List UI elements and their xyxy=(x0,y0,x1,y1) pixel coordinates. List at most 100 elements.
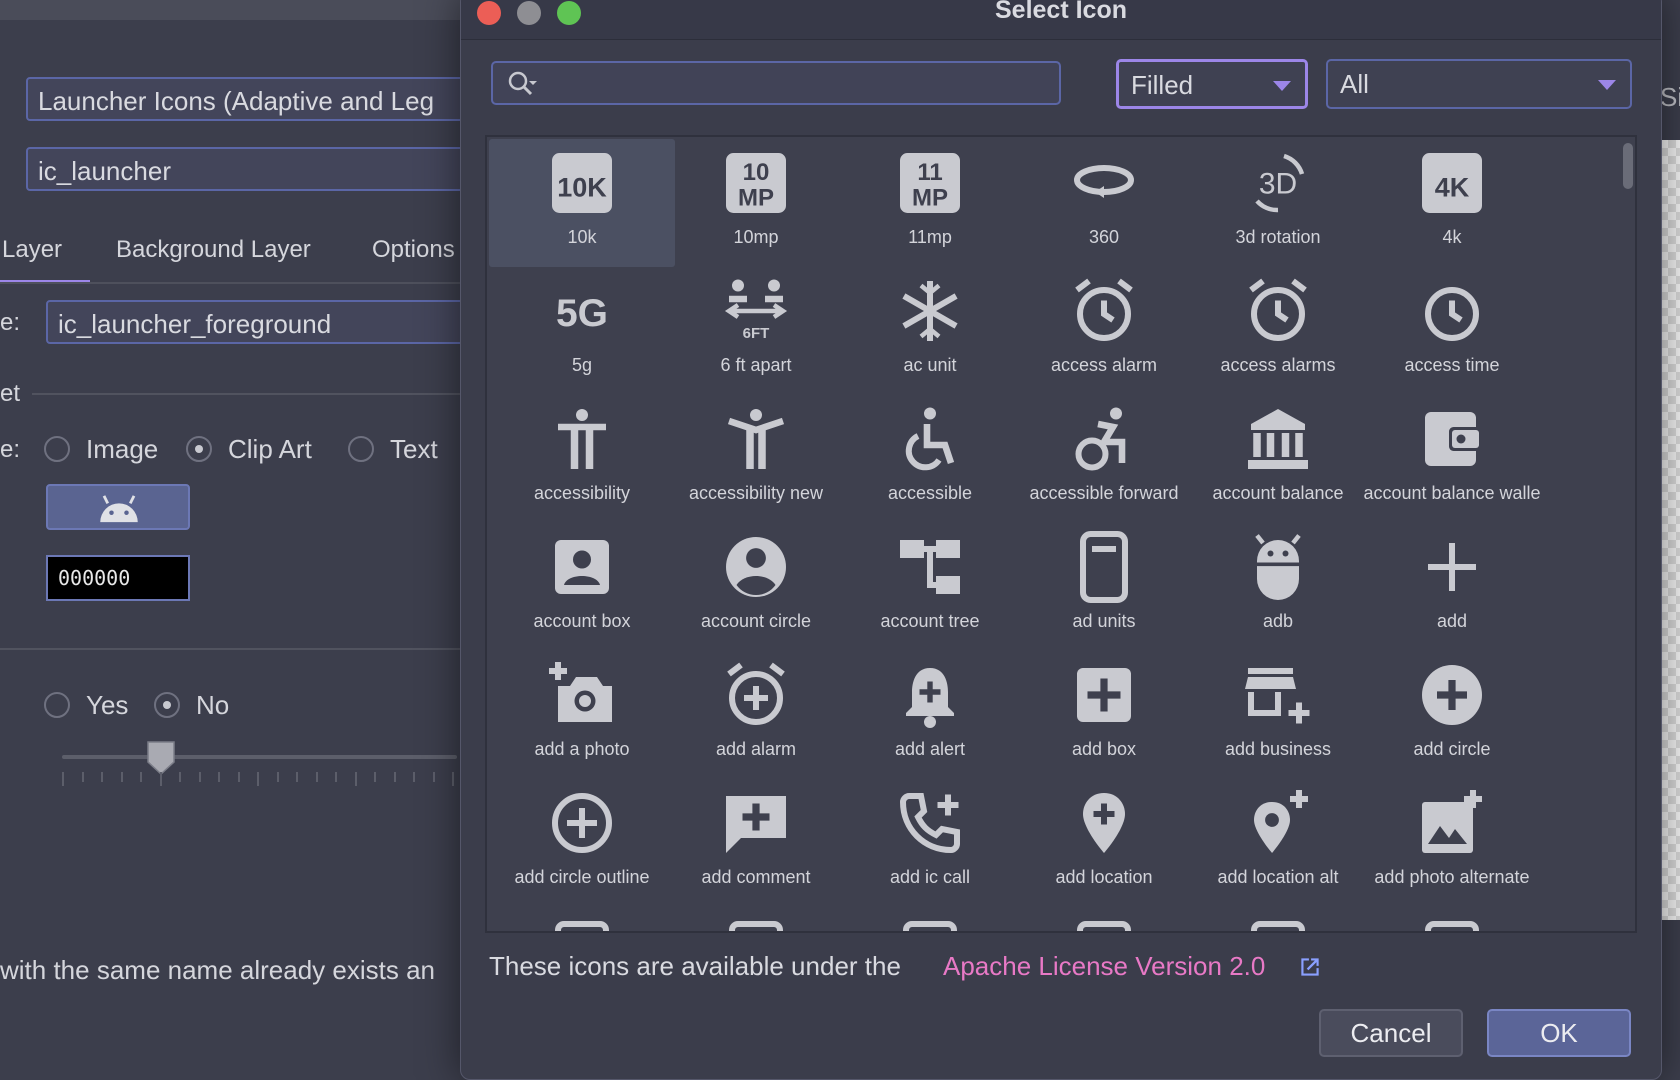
icon-cell-partial[interactable] xyxy=(1185,907,1371,931)
icon-name-field[interactable]: ic_launcher xyxy=(26,147,486,191)
add-location-alt-icon xyxy=(1254,790,1308,853)
icon-cell[interactable]: ad units xyxy=(1011,523,1197,651)
icon-cell[interactable]: account box xyxy=(489,523,675,651)
icon-cell[interactable]: 11 MP 11mp xyxy=(837,139,1023,267)
icon-cell[interactable]: add circle xyxy=(1359,651,1545,779)
style-dropdown[interactable]: Filled xyxy=(1116,59,1308,109)
category-dropdown[interactable]: All xyxy=(1326,59,1632,109)
icon-label: 3d rotation xyxy=(1235,227,1321,247)
icon-cell[interactable]: ac unit xyxy=(837,267,1023,395)
style-dropdown-value: Filled xyxy=(1131,70,1194,100)
icon-cell[interactable]: account tree xyxy=(837,523,1023,651)
icon-cell[interactable]: add photo alternate xyxy=(1359,779,1545,907)
icon-cell[interactable]: account balance xyxy=(1185,395,1371,523)
icon-cell[interactable]: accessible forward xyxy=(1011,395,1197,523)
tab-background-layer[interactable]: Background Layer xyxy=(116,236,311,264)
icon-label: add circle outline xyxy=(514,867,650,887)
icon-cell[interactable]: 6FT 6 ft apart xyxy=(663,267,849,395)
tab-foreground-layer[interactable]: Layer xyxy=(2,236,62,264)
color-field[interactable]: 000000 xyxy=(46,555,190,601)
icon-label: add location xyxy=(1055,867,1153,887)
ok-button[interactable]: OK xyxy=(1487,1009,1631,1057)
background-titlebar xyxy=(0,0,470,20)
add-ic-call-icon xyxy=(899,793,960,854)
external-link-icon[interactable] xyxy=(1297,954,1323,980)
partial-icon xyxy=(1077,921,1131,931)
icon-cell[interactable]: add business xyxy=(1185,651,1371,779)
icon-cell[interactable]: accessible xyxy=(837,395,1023,523)
account-circle-icon xyxy=(726,537,786,597)
icon-cell[interactable]: add location alt xyxy=(1185,779,1371,907)
add-comment-icon xyxy=(726,796,786,853)
account-box-icon xyxy=(555,540,609,594)
icon-cell[interactable]: add comment xyxy=(663,779,849,907)
icon-cell[interactable]: access alarm xyxy=(1011,267,1197,395)
icon-cell[interactable]: access alarms xyxy=(1185,267,1371,395)
account-balance-wallet-icon xyxy=(1425,412,1482,466)
preview-checkerboard xyxy=(1660,140,1680,920)
radio-image[interactable] xyxy=(44,436,70,462)
accessibility-icon xyxy=(558,409,606,469)
icon-cell[interactable]: add box xyxy=(1011,651,1197,779)
5g-icon: 5G xyxy=(556,292,608,335)
grid-scrollbar[interactable] xyxy=(1623,143,1633,189)
category-dropdown-value: All xyxy=(1340,69,1369,99)
icon-cell-partial[interactable] xyxy=(1359,907,1545,931)
icon-cell[interactable]: add location xyxy=(1011,779,1197,907)
icon-cell[interactable]: 4K 4k xyxy=(1359,139,1545,267)
icon-cell[interactable]: 5G 5g xyxy=(489,267,675,395)
chevron-down-icon xyxy=(1273,81,1291,91)
svg-text:5G: 5G xyxy=(556,292,608,335)
clip-art-button[interactable] xyxy=(46,484,190,530)
search-input[interactable] xyxy=(491,61,1061,105)
tab-options[interactable]: Options xyxy=(372,236,455,264)
radio-clip-art[interactable] xyxy=(186,436,212,462)
resize-slider-thumb[interactable] xyxy=(146,740,176,776)
icon-cell[interactable]: access time xyxy=(1359,267,1545,395)
icon-cell[interactable]: account balance walle xyxy=(1359,395,1545,523)
icon-cell[interactable]: add a photo xyxy=(489,651,675,779)
icon-cell-partial[interactable] xyxy=(489,907,675,931)
icon-cell[interactable]: 10 MP 10mp xyxy=(663,139,849,267)
slider-tick xyxy=(432,772,435,782)
icon-label: adb xyxy=(1262,611,1294,631)
radio-no-label: No xyxy=(196,690,230,720)
svg-text:3D: 3D xyxy=(1259,168,1297,201)
add-alert-icon xyxy=(906,668,954,728)
icon-label: add alert xyxy=(894,739,966,759)
search-icon xyxy=(508,71,537,96)
radio-trim-no[interactable] xyxy=(154,692,180,718)
slider-tick xyxy=(374,772,376,782)
icon-grid[interactable]: 10K 10k 10 MP 10mp 11 MP 11mp 360 3D 3d rotation 4K… xyxy=(485,135,1637,933)
icon-cell[interactable]: add xyxy=(1359,523,1545,651)
icon-cell[interactable]: account circle xyxy=(663,523,849,651)
icon-cell[interactable]: adb xyxy=(1185,523,1371,651)
icon-type-select[interactable]: Launcher Icons (Adaptive and Leg xyxy=(26,77,486,121)
icon-cell[interactable]: add circle outline xyxy=(489,779,675,907)
slider-tick xyxy=(218,772,220,782)
icon-cell[interactable]: add ic call xyxy=(837,779,1023,907)
layer-name-field[interactable]: ic_launcher_foreground xyxy=(46,300,486,344)
icon-label: add xyxy=(1436,611,1468,631)
icon-cell[interactable]: 360 xyxy=(1011,139,1197,267)
radio-image-label: Image xyxy=(86,434,159,464)
icon-cell-partial[interactable] xyxy=(663,907,849,931)
icon-cell-partial[interactable] xyxy=(837,907,1023,931)
slider-tick xyxy=(81,772,84,782)
add-photo-alternate-icon xyxy=(1422,790,1482,853)
partial-icon xyxy=(903,921,957,931)
resize-slider-track[interactable] xyxy=(62,755,457,759)
icon-cell[interactable]: accessibility new xyxy=(663,395,849,523)
icon-cell-partial[interactable] xyxy=(1011,907,1197,931)
slider-tick xyxy=(413,772,415,782)
icon-cell[interactable]: add alert xyxy=(837,651,1023,779)
icon-cell[interactable]: 3D 3d rotation xyxy=(1185,139,1371,267)
icon-cell[interactable]: accessibility xyxy=(489,395,675,523)
license-link[interactable]: Apache License Version 2.0 xyxy=(943,951,1265,982)
add-location-icon xyxy=(1083,793,1125,853)
radio-trim-yes[interactable] xyxy=(44,692,70,718)
cancel-button[interactable]: Cancel xyxy=(1319,1009,1463,1057)
radio-text[interactable] xyxy=(348,436,374,462)
icon-cell[interactable]: add alarm xyxy=(663,651,849,779)
icon-cell[interactable]: 10K 10k xyxy=(489,139,675,267)
